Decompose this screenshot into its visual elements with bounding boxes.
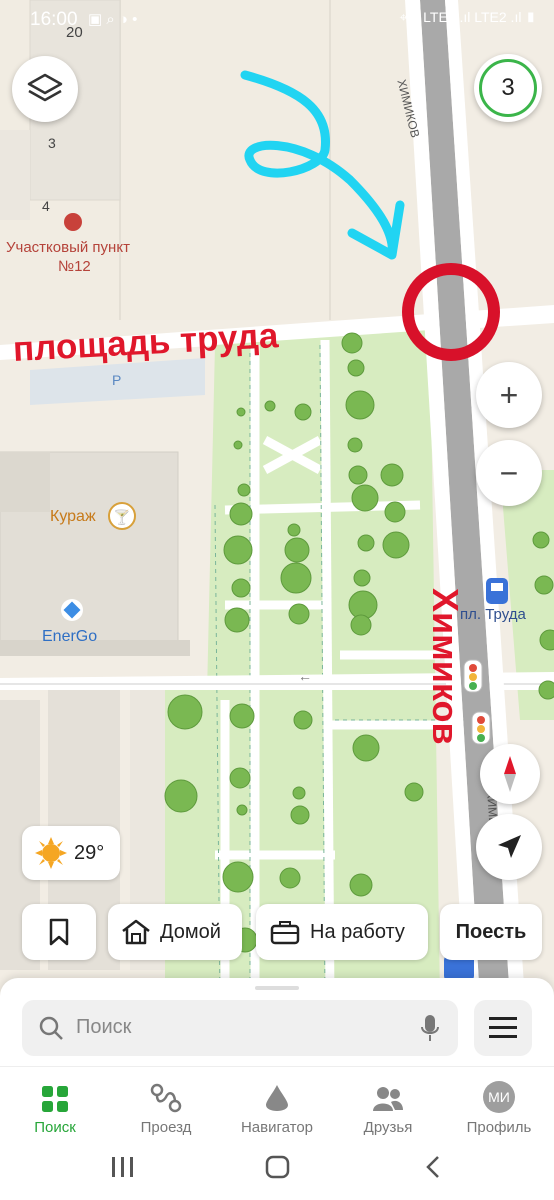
annotation-street-name: Химиков (425, 588, 466, 745)
search-placeholder: Поиск (76, 1016, 132, 1038)
bookmarks-chip[interactable] (22, 904, 96, 960)
sheet-drag-handle[interactable] (255, 986, 299, 990)
home-nav-icon[interactable] (265, 1155, 291, 1179)
traffic-level-value: 3 (501, 74, 515, 101)
tab-search-label: Поиск (34, 1119, 76, 1136)
tab-navigator-label: Навигатор (240, 1119, 314, 1136)
microphone-icon[interactable] (420, 1013, 440, 1043)
zoom-out-button[interactable]: − (476, 440, 542, 506)
work-chip[interactable]: На работу (256, 904, 428, 960)
grid-icon (42, 1086, 68, 1112)
tab-friends[interactable]: Друзья (333, 1079, 443, 1136)
compass-icon (504, 756, 516, 792)
tab-profile[interactable]: МИ Профиль (444, 1079, 554, 1136)
bus-stop-label[interactable]: пл. Труда (460, 606, 526, 623)
tab-navigator[interactable]: Навигатор (222, 1079, 332, 1136)
traffic-level-button[interactable]: 3 (474, 54, 542, 122)
poi-label-kurazh[interactable]: Кураж (50, 508, 96, 526)
compass-button[interactable] (480, 744, 540, 804)
plus-icon: + (499, 377, 519, 413)
bookmark-icon (49, 918, 69, 946)
building-number-3: 3 (48, 135, 56, 151)
home-chip-label: Домой (160, 920, 221, 943)
layers-button[interactable] (12, 56, 78, 122)
back-icon[interactable] (425, 1155, 441, 1179)
zoom-in-button[interactable]: + (476, 362, 542, 428)
search-icon (39, 1016, 63, 1040)
svg-text:←: ← (298, 668, 312, 684)
work-chip-label: На работу (310, 920, 405, 943)
poi-label-energo[interactable]: EnerGo (42, 628, 97, 646)
search-input[interactable]: Поиск (22, 1000, 458, 1056)
weather-chip[interactable]: 29° (22, 826, 120, 880)
tab-search[interactable]: Поиск (0, 1079, 110, 1136)
navigator-icon (266, 1085, 288, 1111)
poi-label-police-post[interactable]: Участковый пункт (6, 239, 130, 256)
building-number-4: 4 (42, 198, 50, 214)
tab-friends-label: Друзья (363, 1119, 413, 1136)
parking-label: P (112, 372, 122, 388)
status-icons-left: ▣ ⌕ ◑ • (88, 11, 138, 28)
bottom-tab-bar: Поиск Проезд Навигатор Друзья МИ Профиль (0, 1066, 554, 1147)
temperature-text: 29° (74, 841, 105, 864)
home-chip[interactable]: Домой (108, 904, 242, 960)
recent-apps-icon[interactable] (111, 1156, 135, 1178)
sun-icon (35, 837, 67, 869)
home-icon (122, 919, 150, 945)
briefcase-icon (270, 921, 300, 945)
hamburger-icon (489, 1017, 517, 1038)
svg-text:🍸: 🍸 (113, 508, 130, 526)
my-location-button[interactable] (476, 814, 542, 880)
minus-icon: − (499, 455, 519, 491)
tab-profile-label: Профиль (466, 1119, 532, 1136)
friends-icon (373, 1087, 403, 1111)
eat-chip-label: Поесть (455, 920, 527, 943)
menu-button[interactable] (474, 1000, 532, 1056)
avatar-initials: МИ (488, 1089, 510, 1105)
system-nav-bar (0, 1140, 554, 1200)
status-bar: 16:00 ▣ ⌕ ◑ • ⌖ ≋ LTE1 .ıl LTE2 .ıl ▮ (0, 0, 554, 40)
tab-directions-label: Проезд (140, 1119, 192, 1136)
avatar: МИ (483, 1081, 515, 1113)
route-icon (150, 1083, 182, 1113)
status-time: 16:00 (30, 9, 78, 30)
eat-chip[interactable]: Поесть (440, 904, 542, 960)
navigation-arrow-icon (498, 835, 521, 858)
layers-icon (27, 73, 63, 102)
status-icons-right: ⌖ ≋ LTE1 .ıl LTE2 .ıl ▮ (399, 9, 536, 25)
poi-label-police-post-number[interactable]: №12 (58, 258, 91, 275)
tab-directions[interactable]: Проезд (111, 1079, 221, 1136)
